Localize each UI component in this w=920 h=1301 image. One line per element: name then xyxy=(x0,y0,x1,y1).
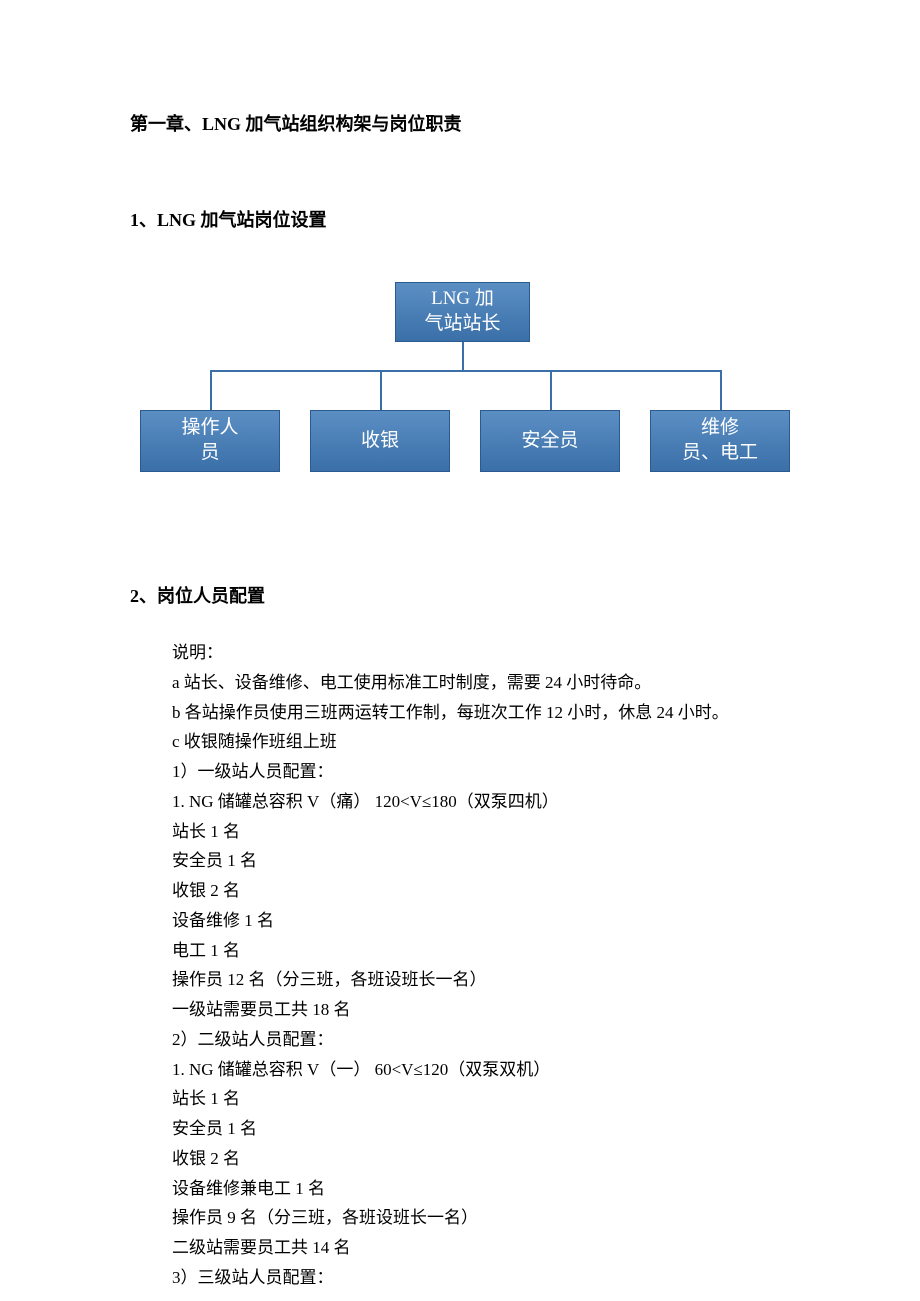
org-node-label: 员 xyxy=(200,441,219,466)
org-node-maintenance: 维修 员、电工 xyxy=(650,410,790,472)
body-line: a 站长、设备维修、电工使用标准工时制度，需要 24 小时待命。 xyxy=(172,668,790,698)
org-node-label: 操作人 xyxy=(181,416,238,441)
body-line: 1. NG 储罐总容积 V（一） 60<V≤120（双泵双机） xyxy=(172,1055,790,1085)
body-text: 说明： a 站长、设备维修、电工使用标准工时制度，需要 24 小时待命。 b 各… xyxy=(172,638,790,1293)
body-line: 设备维修兼电工 1 名 xyxy=(172,1174,790,1204)
body-line: 设备维修 1 名 xyxy=(172,906,790,936)
document-page: 第一章、LNG 加气站组织构架与岗位职责 1、LNG 加气站岗位设置 LNG 加… xyxy=(0,0,920,1293)
org-connector-line xyxy=(462,342,464,370)
org-node-label: 收银 xyxy=(361,429,399,454)
org-node-station-manager: LNG 加 气站站长 xyxy=(395,282,530,342)
chapter-title: 第一章、LNG 加气站组织构架与岗位职责 xyxy=(130,110,790,136)
body-line: 安全员 1 名 xyxy=(172,1114,790,1144)
body-line: 二级站需要员工共 14 名 xyxy=(172,1233,790,1263)
body-line: 站长 1 名 xyxy=(172,817,790,847)
org-connector-line xyxy=(720,370,722,410)
org-node-label: 气站站长 xyxy=(424,312,500,337)
org-connector-line xyxy=(380,370,382,410)
body-line: 说明： xyxy=(172,638,790,668)
body-line: b 各站操作员使用三班两运转工作制，每班次工作 12 小时，休息 24 小时。 xyxy=(172,698,790,728)
body-line: 安全员 1 名 xyxy=(172,846,790,876)
org-node-label: 维修 xyxy=(701,416,739,441)
body-line: 收银 2 名 xyxy=(172,876,790,906)
body-line: 操作员 9 名（分三班，各班设班长一名） xyxy=(172,1203,790,1233)
org-node-label: 安全员 xyxy=(521,429,578,454)
body-line: 2）二级站人员配置： xyxy=(172,1025,790,1055)
org-node-safety: 安全员 xyxy=(480,410,620,472)
section-1-title: 1、LNG 加气站岗位设置 xyxy=(130,206,790,232)
org-node-label: LNG 加 xyxy=(431,287,494,312)
body-line: 1. NG 储罐总容积 V（痛） 120<V≤180（双泵四机） xyxy=(172,787,790,817)
org-connector-line xyxy=(210,370,212,410)
org-node-cashier: 收银 xyxy=(310,410,450,472)
body-line: 1）一级站人员配置： xyxy=(172,757,790,787)
org-connector-line xyxy=(550,370,552,410)
org-connector-line xyxy=(210,370,720,372)
body-line: 操作员 12 名（分三班，各班设班长一名） xyxy=(172,965,790,995)
body-line: 3）三级站人员配置： xyxy=(172,1263,790,1293)
body-line: 电工 1 名 xyxy=(172,936,790,966)
org-node-operator: 操作人 员 xyxy=(140,410,280,472)
body-line: 站长 1 名 xyxy=(172,1084,790,1114)
org-node-label: 员、电工 xyxy=(682,441,758,466)
section-2-title: 2、岗位人员配置 xyxy=(130,582,790,608)
org-chart: LNG 加 气站站长 操作人 员 收银 安全员 维修 员、电工 xyxy=(130,282,790,472)
body-line: c 收银随操作班组上班 xyxy=(172,727,790,757)
body-line: 收银 2 名 xyxy=(172,1144,790,1174)
body-line: 一级站需要员工共 18 名 xyxy=(172,995,790,1025)
